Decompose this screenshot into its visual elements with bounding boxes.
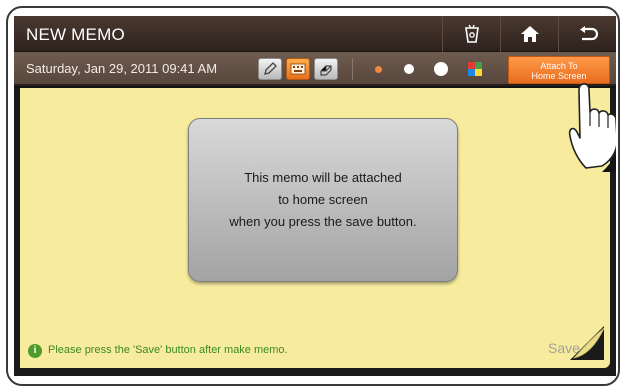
- page-title: NEW MEMO: [26, 25, 125, 44]
- title-bar: NEW MEMO: [14, 16, 616, 52]
- home-button[interactable]: [500, 16, 558, 52]
- pen-tool-button[interactable]: [258, 58, 282, 80]
- home-icon: [520, 26, 539, 42]
- memo-area: This memo will be attached to home scree…: [14, 88, 616, 376]
- pen-size-medium[interactable]: [404, 64, 414, 74]
- color-palette-icon[interactable]: [468, 62, 482, 76]
- screen: NEW MEMO Saturday, Jan 29, 2011 09:41 AM: [14, 16, 616, 376]
- pen-tool-icon: [264, 62, 277, 75]
- attach-to-home-screen-button[interactable]: Attach To Home Screen: [508, 56, 610, 84]
- memo-cup-icon: [464, 24, 479, 43]
- eraser-tool-button[interactable]: [314, 58, 338, 80]
- footer-message: Please press the 'Save' button after mak…: [48, 344, 288, 356]
- eraser-tool-icon: [320, 65, 332, 76]
- pen-size-large[interactable]: [434, 62, 448, 76]
- pointing-hand-icon: [568, 83, 616, 172]
- toolbar-divider: [352, 58, 353, 80]
- memo-paper[interactable]: This memo will be attached to home scree…: [20, 88, 610, 368]
- keyboard-tool-button[interactable]: [286, 58, 310, 80]
- toolbar: Saturday, Jan 29, 2011 09:41 AM Attach T…: [14, 52, 616, 86]
- keyboard-tool-icon: [290, 63, 306, 75]
- back-icon: [579, 26, 598, 41]
- date-time-label: Saturday, Jan 29, 2011 09:41 AM: [26, 61, 218, 76]
- pen-size-small[interactable]: [375, 66, 382, 73]
- info-popup: This memo will be attached to home scree…: [188, 118, 458, 282]
- popup-line-2: to home screen: [278, 192, 368, 207]
- attach-label-line1: Attach To: [540, 61, 578, 71]
- popup-line-1: This memo will be attached: [244, 170, 402, 185]
- popup-line-3: when you press the save button.: [229, 214, 417, 229]
- info-icon: i: [28, 344, 42, 358]
- back-button[interactable]: [558, 16, 616, 52]
- memo-cup-button[interactable]: [442, 16, 500, 52]
- page-curl-icon: [570, 326, 604, 360]
- attach-label-line2: Home Screen: [531, 71, 587, 81]
